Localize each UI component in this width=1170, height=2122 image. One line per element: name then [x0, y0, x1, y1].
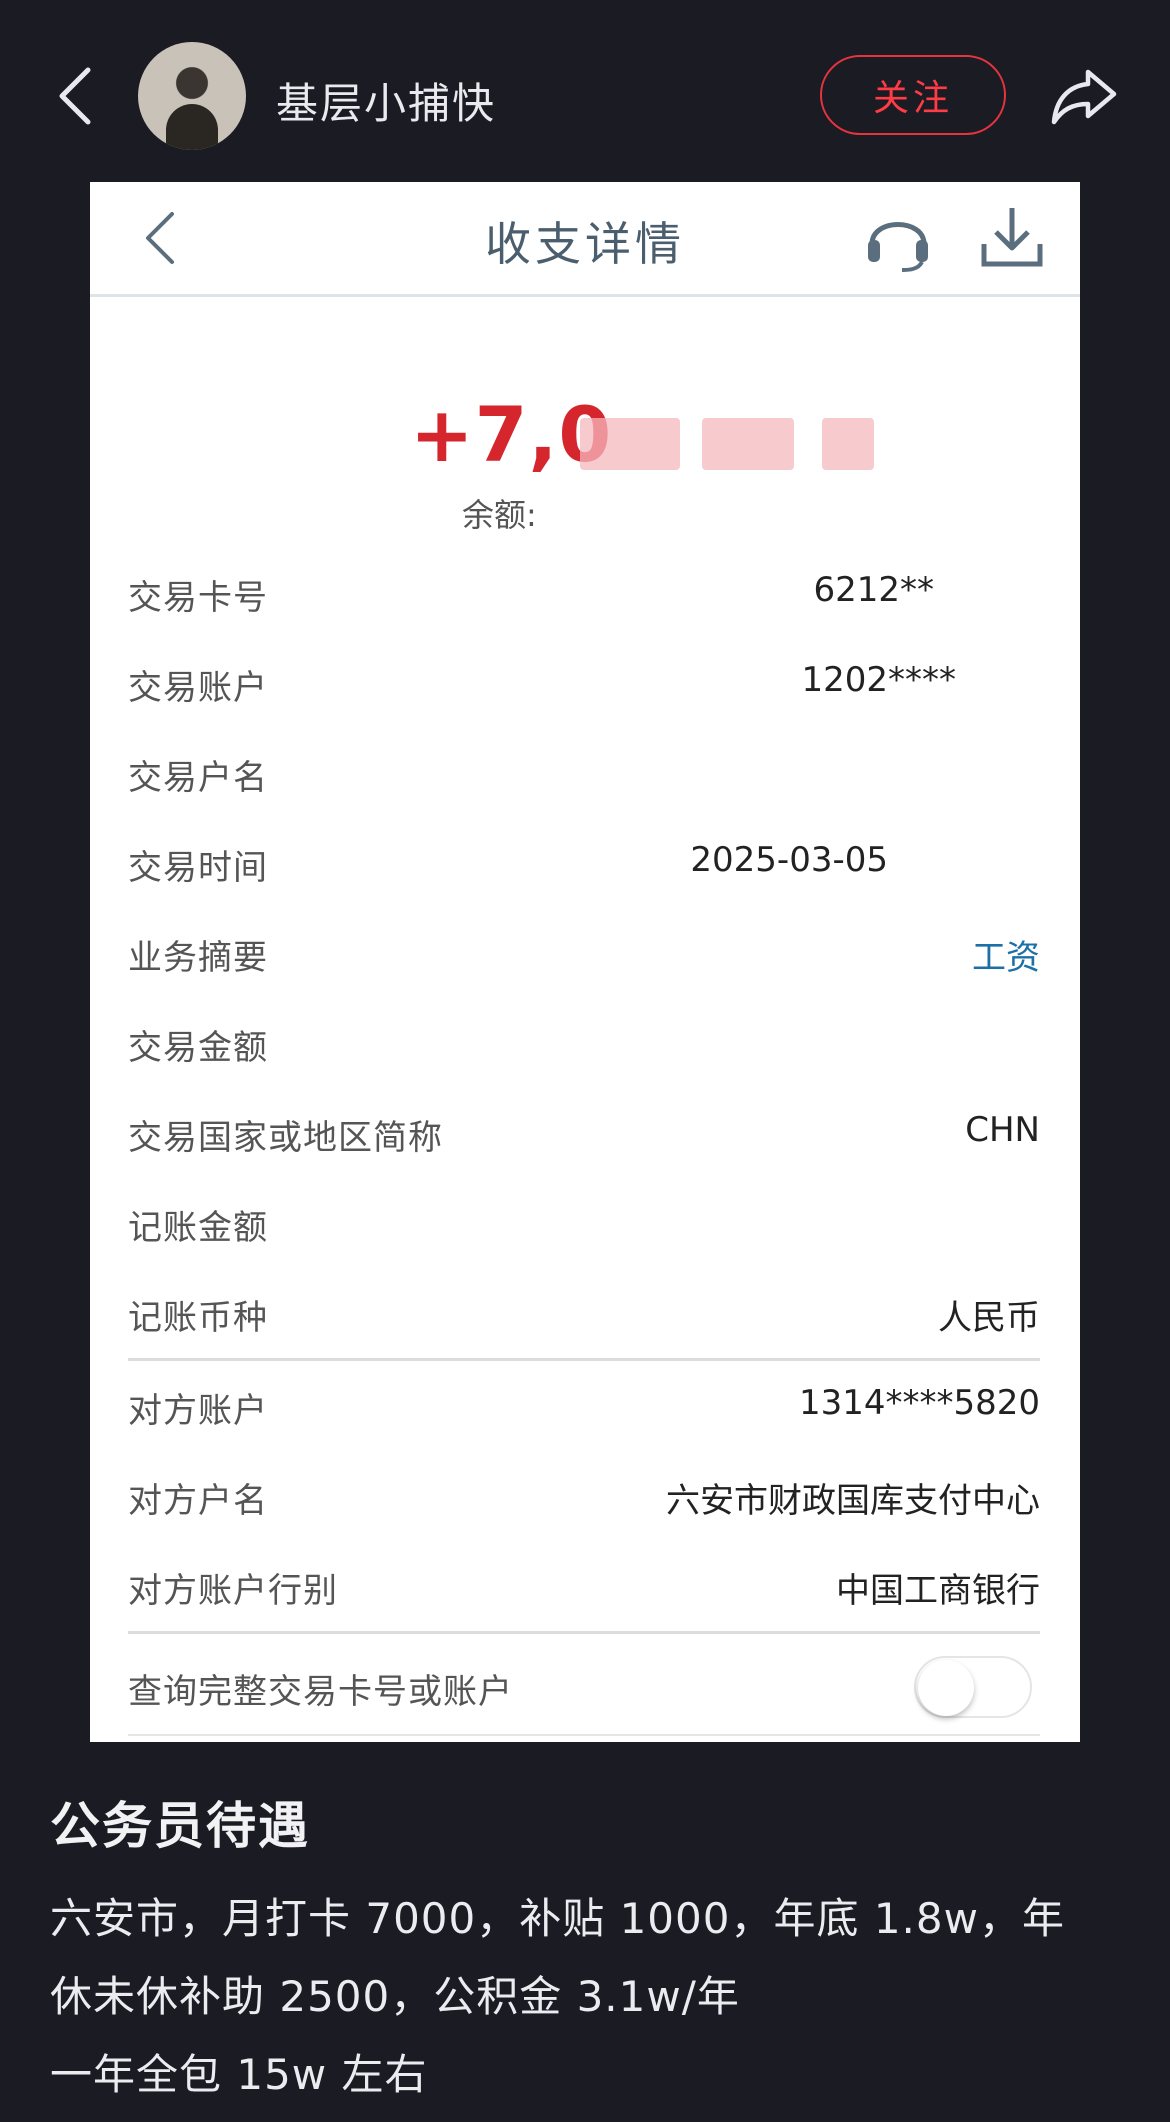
- redaction-mask: [702, 418, 794, 470]
- share-button[interactable]: [1048, 64, 1120, 128]
- row-value: CHN: [965, 1110, 1040, 1150]
- toggle-label: 查询完整交易卡号或账户: [128, 1672, 513, 1712]
- detail-row: 业务摘要 工资: [128, 908, 1040, 998]
- detail-row: 对方户名 六安市财政国库支付中心: [128, 1451, 1040, 1541]
- top-bar: 基层小捕快 关注: [0, 0, 1170, 182]
- row-value: 6212**: [813, 570, 934, 610]
- download-button[interactable]: [980, 204, 1044, 270]
- avatar[interactable]: [138, 42, 246, 150]
- post-title: 公务员待遇: [50, 1797, 310, 1855]
- post-body: 六安市，月打卡 7000，补贴 1000，年底 1.8w，年 休未休补助 250…: [50, 1880, 1130, 2114]
- detail-row: 交易户名: [128, 728, 1040, 818]
- headset-icon: [868, 222, 928, 272]
- detail-row: 记账金额: [128, 1178, 1040, 1268]
- detail-row: 对方账户 1314****5820: [128, 1358, 1040, 1451]
- row-value: 中国工商银行: [836, 1571, 1040, 1611]
- download-icon: [981, 208, 1043, 267]
- row-label: 记账币种: [128, 1298, 268, 1338]
- back-button[interactable]: [52, 64, 100, 128]
- post-line: 休未休补助 2500，公积金 3.1w/年: [50, 1972, 740, 2021]
- full-account-toggle-row: 查询完整交易卡号或账户: [128, 1631, 1040, 1736]
- card-header: 收支详情: [90, 182, 1080, 297]
- row-label: 交易账户: [128, 668, 268, 708]
- detail-row: 对方账户行别 中国工商银行: [128, 1541, 1040, 1631]
- balance-label: 余额:: [462, 496, 537, 534]
- detail-row: 记账币种 人民币: [128, 1268, 1040, 1358]
- row-value: 1202****: [801, 660, 956, 700]
- full-account-toggle[interactable]: [914, 1656, 1032, 1718]
- row-value: 2025-03-05: [690, 840, 888, 880]
- post-line: 六安市，月打卡 7000，补贴 1000，年底 1.8w，年: [50, 1894, 1065, 1943]
- row-label: 交易金额: [128, 1028, 268, 1068]
- row-label: 业务摘要: [128, 938, 268, 978]
- detail-row: 交易国家或地区简称 CHN: [128, 1088, 1040, 1178]
- toggle-knob: [918, 1660, 974, 1716]
- row-value: 人民币: [938, 1298, 1040, 1338]
- detail-list: 交易卡号 6212** 交易账户 1202**** 交易户名 交易时间 2025-03…: [128, 548, 1040, 1736]
- row-value: 六安市财政国库支付中心: [666, 1481, 1040, 1521]
- chevron-left-icon: [59, 67, 91, 125]
- row-label: 对方账户行别: [128, 1571, 338, 1611]
- detail-row: 交易卡号 6212**: [128, 548, 1040, 638]
- author-username[interactable]: 基层小捕快: [276, 70, 496, 131]
- row-value: 1314****5820: [798, 1383, 1040, 1423]
- screenshot-card: 收支详情 +7,0 余额: 交易卡号 6212** 交易账户 1202**** 交易…: [90, 182, 1080, 1742]
- share-arrow-icon: [1051, 69, 1117, 125]
- detail-row: 交易账户 1202****: [128, 638, 1040, 728]
- row-label: 对方户名: [128, 1481, 268, 1521]
- redaction-mask: [822, 418, 874, 470]
- row-value: 工资: [972, 938, 1040, 978]
- detail-row: 交易时间 2025-03-05: [128, 818, 1040, 908]
- follow-button[interactable]: 关注: [820, 55, 1006, 135]
- row-label: 交易时间: [128, 848, 268, 888]
- row-label: 交易卡号: [128, 578, 268, 618]
- support-button[interactable]: [862, 204, 934, 274]
- row-label: 记账金额: [128, 1208, 268, 1248]
- post-line: 一年全包 15w 左右: [50, 2050, 428, 2099]
- redaction-mask: [580, 418, 680, 470]
- detail-row: 交易金额: [128, 998, 1040, 1088]
- row-label: 交易户名: [128, 758, 268, 798]
- row-label: 对方账户: [128, 1391, 268, 1431]
- row-label: 交易国家或地区简称: [128, 1118, 443, 1158]
